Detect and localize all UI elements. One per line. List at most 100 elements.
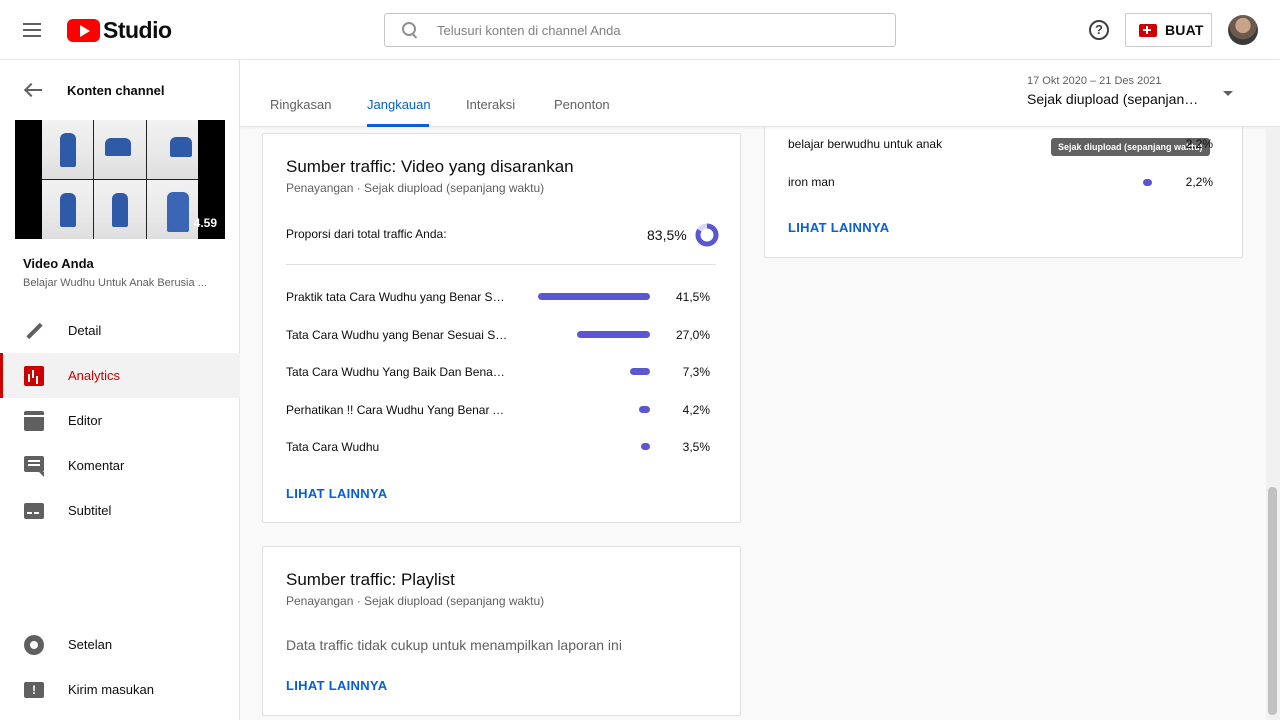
traffic-source-playlist-card: Sumber traffic: Playlist Penayangan · Se… [262,546,741,716]
back-to-channel-content[interactable]: Konten channel [0,60,240,120]
traffic-source-suggested-card: Sumber traffic: Video yang disarankan Pe… [262,133,741,523]
search-input[interactable] [437,22,857,38]
sidebar-nav: Detail Analytics Editor Komentar Subtite… [0,308,240,533]
date-range-label: Sejak diupload (sepanjang waktu) [1027,91,1205,107]
tab-jangkauan[interactable]: Jangkauan [367,97,431,112]
search-box[interactable] [384,13,896,47]
analytics-tabs-bar: Ringkasan Jangkauan Interaksi Penonton 1… [240,60,1280,127]
scrollbar-thumb[interactable] [1268,487,1277,715]
help-icon[interactable]: ? [1089,20,1109,40]
list-item[interactable]: belajar berwudhu untuk anak Sejak diuplo… [788,134,1220,156]
bar-track [538,443,650,450]
analytics-icon [24,365,44,386]
bar-track [538,330,650,338]
card-title: Sumber traffic: Video yang disarankan [286,157,574,176]
sidebar-bottom-nav: Setelan Kirim masukan [0,622,240,712]
top-bar: Studio ? BUAT [0,0,1280,60]
list-item[interactable]: iron man 2,2% [788,172,1220,192]
video-title-label: Tata Cara Wudhu Yang Baik Dan Benar ... [286,365,508,379]
traffic-bar [630,368,650,375]
thumbnail-panel [42,120,94,179]
video-thumbnail[interactable]: 4.59 [15,120,225,239]
table-row[interactable]: Perhatikan !! Cara Wudhu Yang Benar A...… [286,400,716,420]
proportion-value: 83,5% [647,227,687,243]
table-row[interactable]: Tata Cara Wudhu 3,5% [286,437,716,457]
create-video-icon [1139,23,1157,37]
create-button[interactable]: BUAT [1125,13,1212,47]
active-tab-indicator [367,124,429,127]
editor-icon [24,410,44,431]
chevron-down-icon[interactable] [1223,91,1233,96]
thumbnail-image [42,120,198,239]
search-term-value: 2,2% [1185,137,1213,151]
traffic-bar [577,330,650,338]
sidebar-item-detail[interactable]: Detail [0,308,240,353]
create-button-label: BUAT [1165,22,1204,38]
feedback-icon [24,681,44,698]
traffic-bar [638,405,650,413]
search-icon[interactable] [402,22,418,38]
comment-icon [24,455,44,477]
bar-track [538,293,650,300]
tab-ringkasan[interactable]: Ringkasan [270,97,331,112]
proportion-donut-icon [695,223,719,247]
divider [286,264,716,265]
video-title-label: Tata Cara Wudhu yang Benar Sesuai Su... [286,327,508,342]
traffic-percentage: 3,5% [682,440,710,454]
traffic-bar [640,443,650,450]
card-title: Sumber traffic: Playlist [286,570,455,589]
traffic-percentage: 41,5% [675,290,710,304]
proportion-label: Proporsi dari total traffic Anda: [286,227,447,241]
search-term-label: belajar berwudhu untuk anak [788,137,943,151]
thumbnail-panel [94,120,146,179]
tab-penonton[interactable]: Penonton [554,97,610,112]
video-title-label: Tata Cara Wudhu [286,440,380,454]
avatar[interactable] [1228,15,1258,45]
sidebar-item-label: Subtitel [68,503,112,518]
search-term-value: 2,2% [1185,175,1213,189]
sidebar-item-label: Editor [68,413,102,428]
subtitle-icon [24,502,44,519]
search-term-bar [1143,179,1152,186]
sidebar-item-comments[interactable]: Komentar [0,443,240,488]
back-label: Konten channel [67,82,165,98]
table-row[interactable]: Tata Cara Wudhu Yang Baik Dan Benar ... 7… [286,362,716,382]
date-range-picker[interactable]: 17 Okt 2020 – 21 Des 2021 Sejak diupload… [1027,75,1237,107]
arrow-back-icon [25,83,43,97]
search-term-label: iron man [788,175,835,189]
pencil-icon [24,321,44,341]
see-more-playlist-link[interactable]: LIHAT LAINNYA [286,678,387,693]
tab-interaksi[interactable]: Interaksi [466,97,515,112]
sidebar-item-label: Setelan [68,637,113,652]
traffic-percentage: 27,0% [675,327,710,342]
table-row[interactable]: Tata Cara Wudhu yang Benar Sesuai Su... 2… [286,325,716,345]
sidebar-item-send-feedback[interactable]: Kirim masukan [0,667,240,712]
video-title-label: Perhatikan !! Cara Wudhu Yang Benar A... [286,402,508,417]
see-more-suggested-link[interactable]: LIHAT LAINNYA [286,486,387,501]
thumbnail-panel [146,120,198,179]
date-range-text: 17 Okt 2020 – 21 Des 2021 [1027,75,1162,87]
sidebar-item-label: Komentar [68,458,125,473]
traffic-source-search-card: belajar berwudhu untuk anak Sejak diuplo… [764,110,1243,258]
bar-track [538,368,650,375]
menu-icon[interactable] [22,20,46,40]
see-more-search-link[interactable]: LIHAT LAINNYA [788,220,889,235]
sidebar: Konten channel 4.59 Video Anda Belajar W… [0,60,240,720]
traffic-bar [538,293,650,300]
studio-logo[interactable]: Studio [67,17,172,44]
logo-text: Studio [103,17,172,43]
your-video-label: Video Anda [23,256,94,271]
empty-state-message: Data traffic tidak cukup untuk menampilk… [286,637,622,653]
sidebar-item-settings[interactable]: Setelan [0,622,240,667]
thumbnail-panel [94,180,146,239]
sidebar-item-editor[interactable]: Editor [0,398,240,443]
video-duration: 4.59 [193,216,217,230]
video-title[interactable]: Belajar Wudhu Untuk Anak Berusia ... [23,277,218,289]
thumbnail-panel [146,180,198,239]
sidebar-item-analytics[interactable]: Analytics [0,353,240,398]
video-title-label: Praktik tata Cara Wudhu yang Benar Se... [286,290,508,304]
traffic-percentage: 7,3% [682,365,710,379]
sidebar-item-subtitles[interactable]: Subtitel [0,488,240,533]
table-row[interactable]: Praktik tata Cara Wudhu yang Benar Se...… [286,287,716,307]
gear-icon [24,634,44,655]
